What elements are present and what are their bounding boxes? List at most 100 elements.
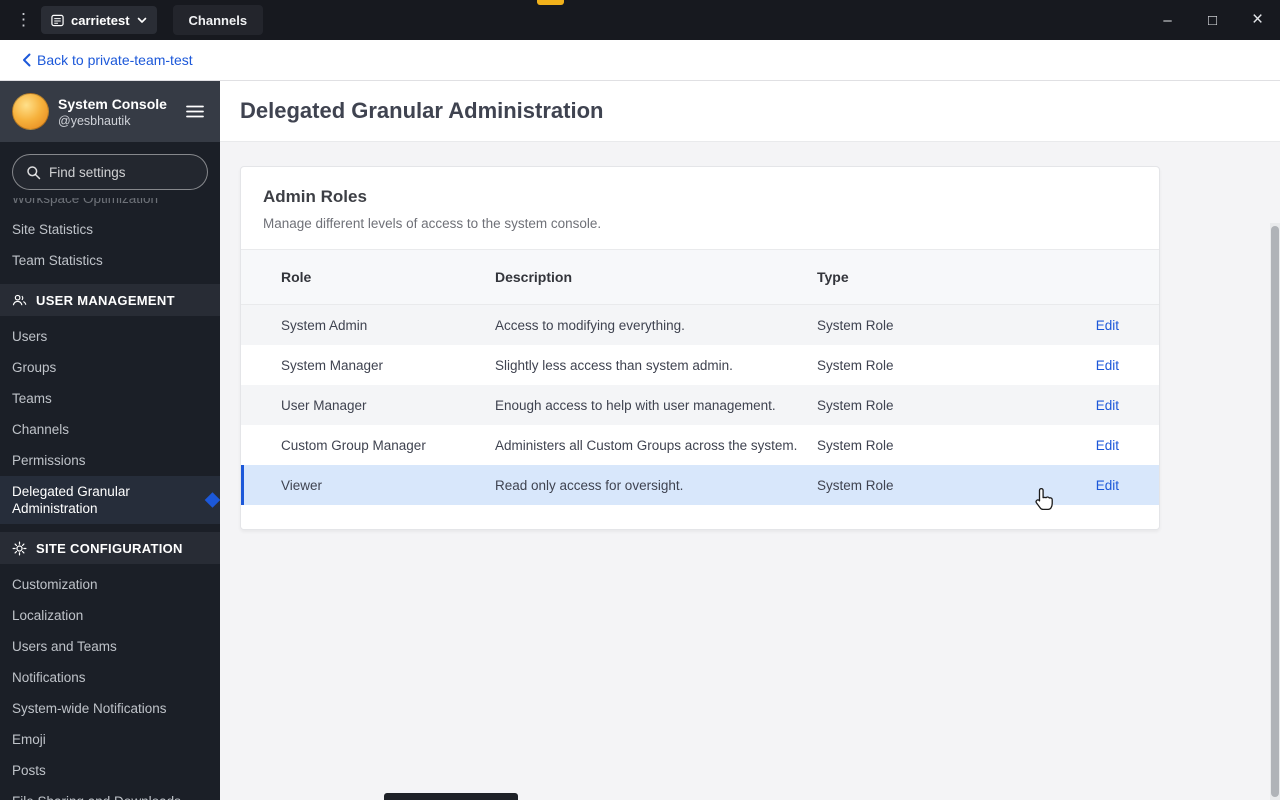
user-management-icon <box>12 293 27 308</box>
sidebar-item-label: Customization <box>12 577 98 592</box>
team-name: carrietest <box>71 12 130 28</box>
sidebar-item-label: Channels <box>12 422 70 437</box>
active-item-pointer <box>204 492 220 508</box>
console-username: @yesbhautik <box>58 113 131 128</box>
kebab-menu-icon[interactable]: ⋮ <box>15 10 32 30</box>
cell-description: Access to modifying everything. <box>495 317 685 333</box>
sidebar-item-label: Permissions <box>12 453 86 468</box>
cell-description: Read only access for oversight. <box>495 477 684 493</box>
sidebar-item-team-statistics[interactable]: Team Statistics <box>0 245 220 276</box>
close-button[interactable]: × <box>1235 0 1280 40</box>
sidebar-section-label: USER MANAGEMENT <box>36 292 175 308</box>
window-controls: – □ × <box>1145 0 1280 40</box>
cell-role: System Manager <box>281 357 384 373</box>
sidebar-clipped-item[interactable]: Workspace Optimization <box>0 198 220 214</box>
team-icon <box>51 14 64 27</box>
edit-link[interactable]: Edit <box>1096 438 1119 453</box>
site-configuration-icon <box>12 541 27 556</box>
edit-link[interactable]: Edit <box>1096 398 1119 413</box>
table-row-system-manager: System Manager Slightly less access than … <box>241 345 1159 385</box>
table-row-system-admin: System Admin Access to modifying everythi… <box>241 305 1159 345</box>
search-input[interactable] <box>49 164 194 180</box>
sidebar-item-system-wide-notifications[interactable]: System-wide Notifications <box>0 693 220 724</box>
tab-channels[interactable]: Channels <box>172 5 264 35</box>
edit-link[interactable]: Edit <box>1096 478 1119 493</box>
sidebar-item-customization[interactable]: Customization <box>0 569 220 600</box>
cell-description: Slightly less access than system admin. <box>495 357 733 373</box>
sidebar-item-label: Emoji <box>12 732 46 747</box>
sidebar-item-file-sharing-and-downloads[interactable]: File Sharing and Downloads <box>0 786 220 800</box>
table-footer-spacer <box>241 505 1159 529</box>
sidebar-item-groups[interactable]: Groups <box>0 352 220 383</box>
minimize-button[interactable]: – <box>1145 0 1190 40</box>
sidebar-item-workspace-optimization[interactable]: Workspace Optimization <box>0 198 220 214</box>
table-row-viewer: Viewer Read only access for oversight. Sys… <box>241 465 1159 505</box>
back-chevron-icon <box>22 53 31 67</box>
table-row-custom-group-manager: Custom Group Manager Administers all Cust… <box>241 425 1159 465</box>
sidebar-item-notifications[interactable]: Notifications <box>0 662 220 693</box>
cell-type: System Role <box>817 477 894 493</box>
sidebar-item-label: Localization <box>12 608 84 623</box>
roles-table-body: System Admin Access to modifying everythi… <box>241 305 1159 505</box>
page-header: Delegated Granular Administration <box>220 81 1280 142</box>
sidebar-section-user-management: USER MANAGEMENT <box>0 284 220 316</box>
column-header-role: Role <box>281 269 312 285</box>
page-title: Delegated Granular Administration <box>240 98 604 123</box>
sidebar-item-label: Groups <box>12 360 57 375</box>
system-console-sidebar: System Console @yesbhautik Workspace Opt… <box>0 81 220 800</box>
sidebar-item-label: Workspace Optimization <box>12 198 159 206</box>
sidebar-header: System Console @yesbhautik <box>0 81 220 142</box>
cell-type: System Role <box>817 437 894 453</box>
team-selector[interactable]: carrietest <box>41 6 157 34</box>
sidebar-item-label: Posts <box>12 763 46 778</box>
table-row-user-manager: User Manager Enough access to help with u… <box>241 385 1159 425</box>
sidebar-item-permissions[interactable]: Permissions <box>0 445 220 476</box>
sidebar-item-users[interactable]: Users <box>0 321 220 352</box>
scrollbar <box>1270 223 1280 800</box>
cell-type: System Role <box>817 397 894 413</box>
scrollbar-thumb[interactable] <box>1271 226 1279 797</box>
sidebar-item-label: File Sharing and Downloads <box>12 794 181 800</box>
sidebar-item-users-and-teams[interactable]: Users and Teams <box>0 631 220 662</box>
sidebar-item-site-statistics[interactable]: Site Statistics <box>0 214 220 245</box>
card-subtitle: Manage different levels of access to the… <box>263 216 602 231</box>
search-container <box>0 142 220 196</box>
back-link[interactable]: Back to private-team-test <box>22 52 193 68</box>
cell-role: Viewer <box>281 477 323 493</box>
avatar <box>12 93 49 130</box>
cell-role: User Manager <box>281 397 367 413</box>
tab-label: Channels <box>188 12 248 28</box>
chevron-down-icon <box>137 17 147 24</box>
sidebar-item-label: Teams <box>12 391 52 406</box>
maximize-button[interactable]: □ <box>1190 0 1235 40</box>
sidebar-item-channels[interactable]: Channels <box>0 414 220 445</box>
cell-description: Enough access to help with user manageme… <box>495 397 776 413</box>
table-header-row: Role Description Type <box>241 249 1159 305</box>
sidebar-item-delegated-granular-administration[interactable]: Delegated Granular Administration <box>0 476 220 524</box>
main-content: Delegated Granular Administration Admin … <box>220 81 1280 800</box>
sidebar-item-label: Team Statistics <box>12 253 103 268</box>
edit-link[interactable]: Edit <box>1096 318 1119 333</box>
menu-icon[interactable] <box>182 101 208 122</box>
edit-link[interactable]: Edit <box>1096 358 1119 373</box>
sidebar-item-teams[interactable]: Teams <box>0 383 220 414</box>
card-title: Admin Roles <box>263 187 367 206</box>
sidebar-item-emoji[interactable]: Emoji <box>0 724 220 755</box>
column-header-type: Type <box>817 269 849 285</box>
sidebar-item-localization[interactable]: Localization <box>0 600 220 631</box>
cell-description: Administers all Custom Groups across the… <box>495 437 798 453</box>
back-link-label: Back to private-team-test <box>37 52 193 68</box>
content-area: Admin Roles Manage different levels of a… <box>220 142 1280 530</box>
admin-roles-card: Admin Roles Manage different levels of a… <box>240 166 1160 530</box>
back-bar: Back to private-team-test <box>0 40 1280 81</box>
app-window: ⋮ carrietest Channels – □ × Back to priv… <box>0 0 1280 800</box>
cell-type: System Role <box>817 357 894 373</box>
roles-table: Role Description Type System Admin Access… <box>241 249 1159 529</box>
sidebar-section-label: SITE CONFIGURATION <box>36 540 183 556</box>
taskbar-peek <box>384 793 518 800</box>
sidebar-item-posts[interactable]: Posts <box>0 755 220 786</box>
console-title: System Console <box>58 95 167 112</box>
sidebar-section-site-configuration: SITE CONFIGURATION <box>0 532 220 564</box>
cell-role: System Admin <box>281 317 368 333</box>
sidebar-item-label: System-wide Notifications <box>12 701 167 716</box>
